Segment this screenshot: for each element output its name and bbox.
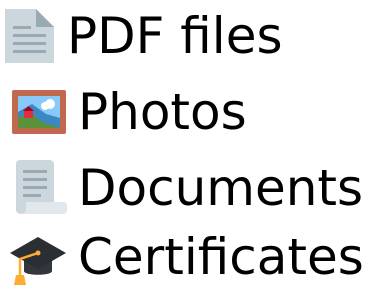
file-category-list: PDF files Photos Documents Certificates [0, 0, 380, 286]
scroll-page-icon [10, 158, 70, 218]
list-item-label: PDF files [67, 7, 283, 65]
list-item-pdf-files[interactable]: PDF files [0, 6, 380, 70]
graduation-cap-icon [8, 229, 68, 289]
list-item-label: Certificates [78, 228, 364, 286]
list-item-photos[interactable]: Photos [0, 80, 380, 144]
list-item-label: Documents [78, 159, 364, 217]
framed-picture-icon [10, 82, 70, 142]
document-page-icon [0, 6, 60, 66]
list-item-label: Photos [78, 83, 247, 141]
list-item-documents[interactable]: Documents [0, 154, 380, 218]
list-item-certificates[interactable]: Certificates [0, 225, 380, 289]
